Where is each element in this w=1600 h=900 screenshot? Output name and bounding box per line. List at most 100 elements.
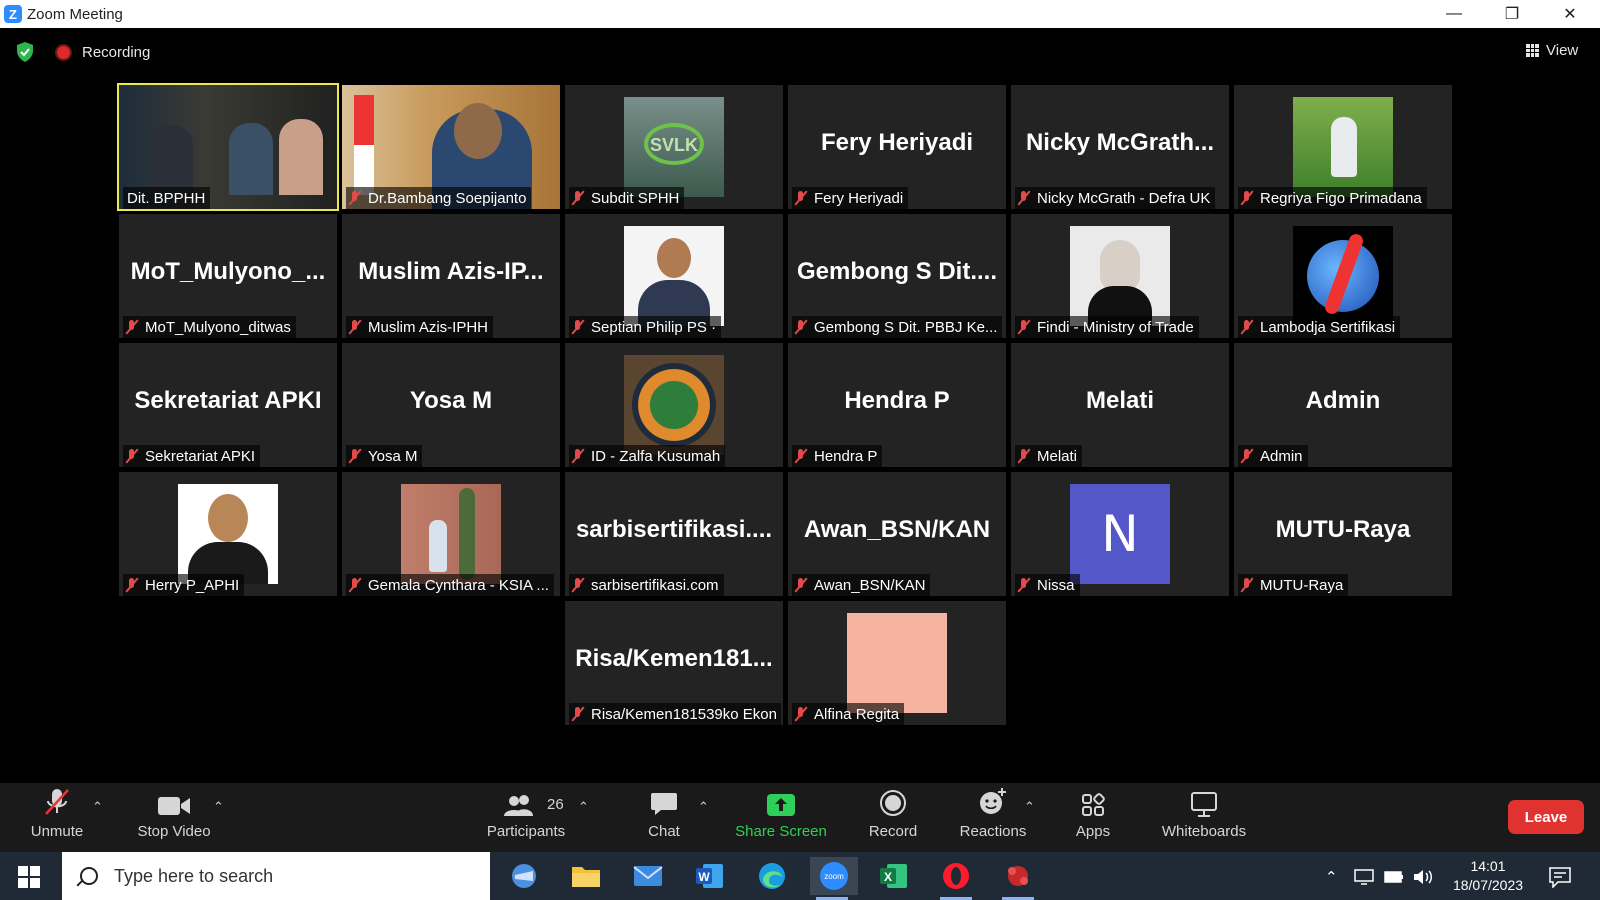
participant-tile[interactable]: Hendra P Hendra P	[788, 343, 1006, 467]
chat-button[interactable]: Chat	[642, 783, 686, 852]
taskbar-app-mail-icon[interactable]	[626, 857, 670, 895]
participant-tile[interactable]: Melati Melati	[1011, 343, 1229, 467]
notification-center-icon[interactable]	[1548, 866, 1572, 888]
taskbar-search-box[interactable]: Type here to search	[62, 852, 490, 900]
participant-name: Regriya Figo Primadana	[1260, 189, 1422, 207]
muted-mic-icon	[348, 577, 362, 593]
taskbar-app-game-icon[interactable]	[996, 857, 1040, 900]
participants-options-caret-icon[interactable]: ⌃	[578, 799, 589, 815]
stop-video-button[interactable]: Stop Video	[133, 783, 215, 852]
participant-tile[interactable]: MoT_Mulyono_... MoT_Mulyono_ditwas	[119, 214, 337, 338]
participant-tile[interactable]: ID - Zalfa Kusumah	[565, 343, 783, 467]
taskbar-clock[interactable]: 14:01 18/07/2023	[1446, 857, 1530, 895]
audio-options-caret-icon[interactable]: ⌃	[92, 799, 103, 815]
taskbar-app-file-explorer-icon[interactable]	[564, 857, 608, 895]
participant-tile[interactable]: Alfina Regita	[788, 601, 1006, 725]
participant-tile[interactable]: Fery Heriyadi Fery Heriyadi	[788, 85, 1006, 209]
muted-mic-icon	[794, 706, 808, 722]
muted-mic-icon	[1240, 190, 1254, 206]
participant-tile[interactable]: Gemala Cynthara - KSIA ...	[342, 472, 560, 596]
close-button[interactable]: ✕	[1541, 0, 1599, 28]
participants-button[interactable]: 26 Participants	[484, 783, 568, 852]
reactions-options-caret-icon[interactable]: ⌃	[1024, 799, 1035, 815]
participant-name-label: Gemala Cynthara - KSIA ...	[346, 574, 554, 596]
whiteboards-button[interactable]: Whiteboards	[1156, 783, 1252, 852]
participant-avatar	[178, 484, 278, 584]
participant-tile[interactable]: N Nissa	[1011, 472, 1229, 596]
participant-name: ID - Zalfa Kusumah	[591, 447, 721, 465]
taskbar-app-word-icon[interactable]: W	[688, 857, 732, 895]
participant-display-name: MoT_Mulyono_...	[130, 258, 326, 285]
taskbar-app-excel-icon[interactable]: X	[872, 857, 916, 895]
participant-tile[interactable]: Yosa M Yosa M	[342, 343, 560, 467]
taskbar-app-outlook-icon[interactable]	[502, 857, 546, 895]
windows-start-icon[interactable]	[18, 866, 40, 888]
participant-tile[interactable]: Findi - Ministry of Trade	[1011, 214, 1229, 338]
participant-tile[interactable]: Herry P_APHI	[119, 472, 337, 596]
chat-bubble-icon	[651, 793, 677, 815]
recording-label[interactable]: Recording	[82, 44, 150, 61]
reactions-button[interactable]: Reactions	[958, 783, 1028, 852]
participant-tile[interactable]: Admin Admin	[1234, 343, 1452, 467]
participant-name: Melati	[1037, 447, 1078, 465]
participant-display-name: Nicky McGrath...	[1025, 129, 1215, 156]
participant-tile[interactable]: SVLK Subdit SPHH	[565, 85, 783, 209]
participant-tile[interactable]: Muslim Azis-IP... Muslim Azis-IPHH	[342, 214, 560, 338]
leave-button[interactable]: Leave	[1508, 800, 1584, 834]
chat-options-caret-icon[interactable]: ⌃	[698, 799, 709, 815]
view-button[interactable]: View	[1526, 42, 1578, 59]
participant-tile[interactable]: Septian Philip PS ·	[565, 214, 783, 338]
participant-tile[interactable]: Sekretariat APKI Sekretariat APKI	[119, 343, 337, 467]
participant-tile[interactable]: Risa/Kemen181... Risa/Kemen181539ko Ekon	[565, 601, 783, 725]
participant-display-name: Risa/Kemen181...	[575, 645, 773, 672]
show-hidden-icons-caret-icon[interactable]: ⌃	[1325, 868, 1338, 886]
share-screen-label: Share Screen	[735, 823, 827, 840]
participant-tile[interactable]: Nicky McGrath... Nicky McGrath - Defra UK	[1011, 85, 1229, 209]
participant-name: MUTU-Raya	[1260, 576, 1344, 594]
restore-button[interactable]: ❐	[1483, 0, 1541, 28]
taskbar-app-opera-icon[interactable]	[934, 857, 978, 900]
record-button[interactable]: Record	[867, 783, 919, 852]
taskbar-app-zoom-icon[interactable]: zoom	[810, 857, 858, 900]
participant-tile[interactable]: Regriya Figo Primadana	[1234, 85, 1452, 209]
apps-button[interactable]: Apps	[1072, 783, 1114, 852]
participant-tile[interactable]: Dit. BPPHH	[117, 83, 339, 211]
window-title: Zoom Meeting	[27, 5, 123, 23]
participant-tile[interactable]: sarbisertifikasi.... sarbisertifikasi.com	[565, 472, 783, 596]
muted-mic-icon	[1017, 577, 1031, 593]
encryption-shield-icon[interactable]	[16, 42, 34, 62]
participant-tile[interactable]: Awan_BSN/KAN Awan_BSN/KAN	[788, 472, 1006, 596]
participant-name-label: Herry P_APHI	[123, 574, 245, 596]
participant-name-label: MoT_Mulyono_ditwas	[123, 316, 296, 338]
participant-tile[interactable]: Dr.Bambang Soepijanto	[342, 85, 560, 209]
participant-tile[interactable]: Gembong S Dit.... Gembong S Dit. PBBJ Ke.…	[788, 214, 1006, 338]
muted-mic-icon	[1017, 319, 1031, 335]
participant-display-name: Awan_BSN/KAN	[803, 516, 991, 543]
video-options-caret-icon[interactable]: ⌃	[213, 799, 224, 815]
unmute-button[interactable]: Unmute	[26, 783, 88, 852]
unmute-label: Unmute	[30, 823, 84, 840]
taskbar-app-edge-icon[interactable]	[750, 857, 794, 895]
participant-avatar: N	[1070, 484, 1170, 584]
participant-tile[interactable]: Lambodja Sertifikasi	[1234, 214, 1452, 338]
muted-mic-icon	[125, 448, 139, 464]
reactions-label: Reactions	[959, 823, 1027, 840]
volume-icon[interactable]	[1412, 868, 1434, 886]
participant-name: Herry P_APHI	[145, 576, 240, 594]
participant-name: sarbisertifikasi.com	[591, 576, 719, 594]
participant-avatar	[624, 355, 724, 455]
minimize-button[interactable]: —	[1425, 0, 1483, 28]
participant-name: Nissa	[1037, 576, 1075, 594]
participant-display-name: Admin	[1305, 387, 1381, 414]
network-icon[interactable]	[1354, 869, 1374, 885]
view-label: View	[1546, 42, 1579, 59]
participant-name-label: Admin	[1238, 445, 1308, 467]
search-placeholder: Type here to search	[114, 865, 274, 886]
participant-name-label: MUTU-Raya	[1238, 574, 1349, 596]
apps-label: Apps	[1075, 823, 1111, 840]
meeting-toolbar: Unmute ⌃ Stop Video ⌃ 26 Participants ⌃ …	[0, 783, 1600, 852]
clock-date: 18/07/2023	[1452, 877, 1524, 893]
participant-tile[interactable]: MUTU-Raya MUTU-Raya	[1234, 472, 1452, 596]
battery-icon[interactable]	[1384, 871, 1404, 883]
share-screen-button[interactable]: Share Screen	[734, 783, 828, 852]
